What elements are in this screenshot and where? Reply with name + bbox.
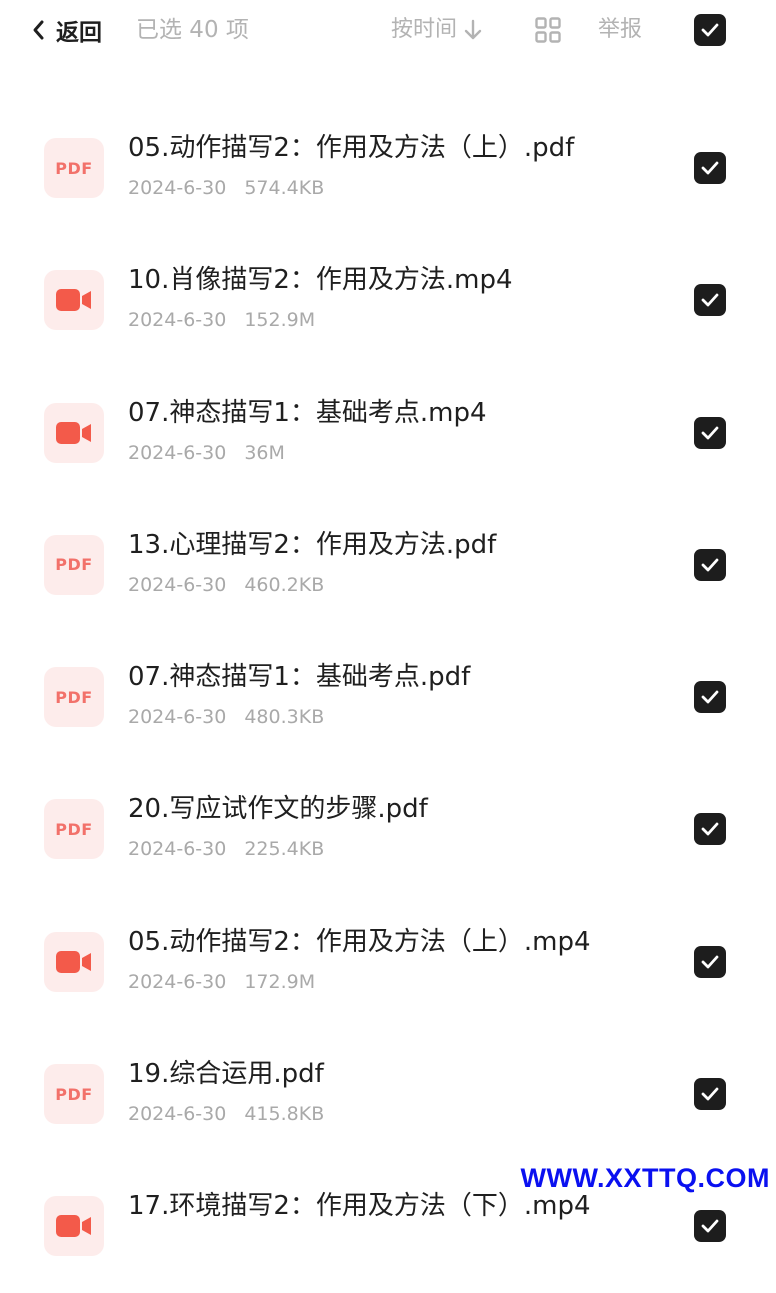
file-date: 2024-6-30	[128, 573, 227, 596]
file-meta: 2024-6-30 225.4KB	[128, 835, 324, 863]
file-size: 36M	[244, 441, 285, 464]
report-button[interactable]: 举报	[598, 14, 642, 46]
file-select-checkbox[interactable]	[694, 1078, 726, 1111]
file-size: 574.4KB	[244, 177, 325, 199]
file-name: 05.动作描写2：作用及方法（上）.pdf	[128, 133, 575, 163]
file-size: 152.9M	[244, 309, 316, 332]
file-select-checkbox[interactable]	[694, 945, 726, 978]
file-list-item[interactable]: PDF 07.神态描写1：基础考点.pdf 2024-6-30 480.3KB	[0, 631, 776, 763]
file-meta: 2024-6-30 460.2KB	[128, 571, 324, 599]
file-name: 07.神态描写1：基础考点.pdf	[128, 662, 471, 693]
pdf-file-icon: PDF	[44, 799, 104, 860]
file-date: 2024-6-30	[128, 838, 227, 861]
selected-count-label: 已选 40 项	[136, 17, 249, 43]
file-name: 13.心理描写2：作用及方法.pdf	[128, 529, 497, 560]
video-file-icon	[44, 402, 104, 463]
file-select-checkbox[interactable]	[694, 813, 726, 846]
file-name: 05.动作描写2：作用及方法（上）.mp4	[128, 926, 591, 957]
check-icon	[701, 955, 719, 969]
chevron-left-icon	[33, 20, 44, 40]
file-date: 2024-6-30	[128, 177, 227, 199]
pdf-icon-label: PDF	[55, 687, 93, 707]
file-select-checkbox[interactable]	[694, 284, 726, 317]
file-size: 480.3KB	[244, 706, 325, 729]
file-list-item[interactable]: 10.肖像描写2：作用及方法.mp4 2024-6-30 152.9M	[0, 234, 776, 366]
file-name: 20.写应试作文的步骤.pdf	[128, 794, 428, 825]
file-date: 2024-6-30	[128, 309, 227, 332]
file-meta: 2024-6-30 415.8KB	[128, 1100, 324, 1128]
check-icon	[701, 1219, 719, 1233]
file-size: 415.8KB	[244, 1103, 325, 1126]
check-icon	[701, 23, 719, 37]
file-list-item[interactable]: PDF 19.综合运用.pdf 2024-6-30 415.8KB	[0, 1028, 776, 1160]
file-date: 2024-6-30	[128, 1103, 227, 1126]
sort-label: 按时间	[391, 17, 458, 42]
video-file-icon	[44, 1196, 104, 1257]
file-select-checkbox[interactable]	[694, 152, 726, 184]
check-icon	[701, 690, 719, 704]
pdf-file-icon: PDF	[44, 534, 104, 595]
arrow-down-icon	[464, 19, 482, 40]
file-list-item[interactable]: PDF 05.动作描写2：作用及方法（上）.pdf 2024-6-30 574.4KB	[0, 102, 776, 234]
check-icon	[701, 426, 719, 439]
pdf-icon-label: PDF	[55, 819, 93, 839]
check-icon	[701, 558, 719, 572]
file-date: 2024-6-30	[128, 706, 227, 729]
file-meta: 2024-6-30 574.4KB	[128, 174, 324, 202]
file-meta	[128, 1232, 146, 1260]
file-meta: 2024-6-30 36M	[128, 439, 285, 467]
pdf-file-icon: PDF	[44, 667, 104, 728]
watermark: WWW.XXTTQ.COM	[520, 1163, 770, 1193]
video-camera-icon	[56, 950, 91, 973]
file-list-item[interactable]: 07.神态描写1：基础考点.mp4 2024-6-30 36M	[0, 367, 776, 499]
file-meta: 2024-6-30 152.9M	[128, 306, 315, 334]
file-select-checkbox[interactable]	[694, 681, 726, 714]
check-icon	[701, 293, 719, 307]
video-camera-icon	[56, 1215, 91, 1238]
file-name: 19.综合运用.pdf	[128, 1059, 324, 1090]
file-name: 07.神态描写1：基础考点.mp4	[128, 397, 487, 428]
sort-by-time-button[interactable]: 按时间	[391, 14, 483, 46]
back-label: 返回	[56, 20, 102, 46]
video-file-icon	[44, 270, 104, 331]
file-date: 2024-6-30	[128, 441, 227, 464]
pdf-icon-label: PDF	[55, 1084, 93, 1104]
check-icon	[701, 161, 719, 175]
pdf-icon-label: PDF	[55, 555, 93, 575]
video-camera-icon	[56, 421, 91, 444]
file-list-item[interactable]: PDF 20.写应试作文的步骤.pdf 2024-6-30 225.4KB	[0, 763, 776, 895]
video-file-icon	[44, 931, 104, 992]
file-size: 172.9M	[244, 970, 316, 993]
pdf-icon-label: PDF	[55, 158, 93, 178]
file-size: 225.4KB	[244, 838, 325, 861]
check-icon	[701, 1087, 719, 1101]
file-meta: 2024-6-30 172.9M	[128, 968, 315, 996]
pdf-file-icon: PDF	[44, 138, 104, 198]
grid-view-icon[interactable]	[535, 17, 561, 43]
file-date: 2024-6-30	[128, 970, 227, 993]
file-meta: 2024-6-30 480.3KB	[128, 703, 324, 731]
file-size: 460.2KB	[244, 573, 325, 596]
file-list: PDF 05.动作描写2：作用及方法（上）.pdf 2024-6-30 574.4KB…	[0, 102, 776, 1293]
back-button[interactable]: 返回	[30, 12, 102, 48]
check-icon	[701, 823, 719, 836]
file-list-item[interactable]: PDF 13.心理描写2：作用及方法.pdf 2024-6-30 460.2KB	[0, 499, 776, 631]
video-camera-icon	[56, 289, 91, 312]
file-list-item[interactable]: 05.动作描写2：作用及方法（上）.mp4 2024-6-30 172.9M	[0, 896, 776, 1028]
select-all-checkbox[interactable]	[694, 14, 726, 46]
file-select-checkbox[interactable]	[694, 416, 726, 449]
file-name: 10.肖像描写2：作用及方法.mp4	[128, 265, 513, 296]
file-select-checkbox[interactable]	[694, 548, 726, 581]
pdf-file-icon: PDF	[44, 1064, 104, 1125]
top-bar: 返回 已选 40 项 按时间 举报	[0, 0, 776, 62]
file-select-checkbox[interactable]	[694, 1210, 726, 1243]
